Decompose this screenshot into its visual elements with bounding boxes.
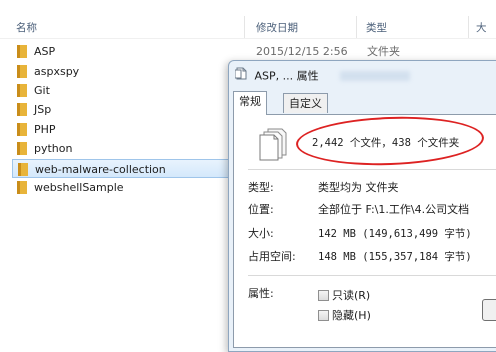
folder-icon [18, 163, 28, 176]
folder-type: 文件夹 [367, 45, 400, 58]
disk-size-label: 占用空间: [248, 250, 296, 263]
type-value: 类型均为 文件夹 [318, 181, 399, 194]
hidden-checkbox[interactable] [318, 310, 329, 321]
folder-icon [17, 65, 27, 78]
readonly-checkbox[interactable] [318, 290, 329, 301]
type-label: 类型: [248, 181, 274, 194]
tab-custom[interactable]: 自定义 [283, 93, 328, 113]
column-type-header[interactable]: 类型 [366, 20, 387, 35]
divider [248, 275, 496, 276]
folder-name: ASP [34, 45, 56, 58]
folder-icon [17, 84, 27, 97]
folder-icon [17, 45, 27, 58]
column-separator[interactable] [356, 16, 357, 38]
dialog-title-bar[interactable]: ASP, ... 属性 [234, 67, 410, 86]
multiple-files-icon [258, 127, 288, 164]
folder-name: Git [34, 84, 50, 97]
title-blur [340, 71, 410, 81]
size-value: 142 MB (149,613,499 字节) [318, 228, 472, 240]
folder-name: python [34, 142, 73, 155]
folder-date: 2015/12/15 2:56 [256, 45, 348, 58]
folder-icon [17, 123, 27, 136]
column-date-header[interactable]: 修改日期 [256, 20, 298, 35]
column-separator[interactable] [468, 16, 469, 38]
divider [248, 169, 496, 170]
file-count-summary: 2,442 个文件，438 个文件夹 [312, 137, 460, 149]
tab-general[interactable]: 常规 [233, 91, 267, 115]
column-size-header[interactable]: 大 [476, 20, 487, 35]
folder-name: JSp [34, 103, 52, 116]
folder-row-asp[interactable]: ASP 2015/12/15 2:56 文件夹 [12, 42, 482, 61]
column-header-row: 名称 修改日期 类型 大 [0, 12, 496, 39]
folder-name: webshellSample [34, 181, 124, 194]
folder-icon [17, 181, 27, 194]
folder-icon [17, 142, 27, 155]
disk-size-value: 148 MB (155,357,184 字节) [318, 251, 472, 263]
hidden-checkbox-row[interactable]: 隐藏(H) [318, 307, 371, 323]
general-panel: 2,442 个文件，438 个文件夹 类型: 类型均为 文件夹 位置: 全部位于… [233, 113, 496, 348]
folder-name: PHP [34, 123, 56, 136]
advanced-button[interactable] [482, 299, 496, 321]
column-name-header[interactable]: 名称 [16, 20, 37, 35]
properties-dialog: ASP, ... 属性 常规 自定义 2,442 个文件，438 个文件夹 类型… [228, 60, 496, 352]
size-label: 大小: [248, 227, 274, 240]
readonly-label: 只读(R) [332, 289, 371, 302]
dialog-title: ASP, ... 属性 [254, 69, 319, 83]
folder-name: web-malware-collection [35, 163, 166, 176]
location-value: 全部位于 F:\1.工作\4.公司文档 [318, 203, 470, 216]
column-separator[interactable] [244, 16, 245, 38]
location-label: 位置: [248, 203, 274, 216]
document-icon [234, 67, 247, 86]
folder-icon [17, 103, 27, 116]
readonly-checkbox-row[interactable]: 只读(R) [318, 287, 370, 303]
hidden-label: 隐藏(H) [332, 309, 371, 322]
attributes-label: 属性: [248, 287, 274, 300]
folder-row-web-malware-collection[interactable]: web-malware-collection [12, 159, 240, 178]
folder-name: aspxspy [34, 65, 80, 78]
